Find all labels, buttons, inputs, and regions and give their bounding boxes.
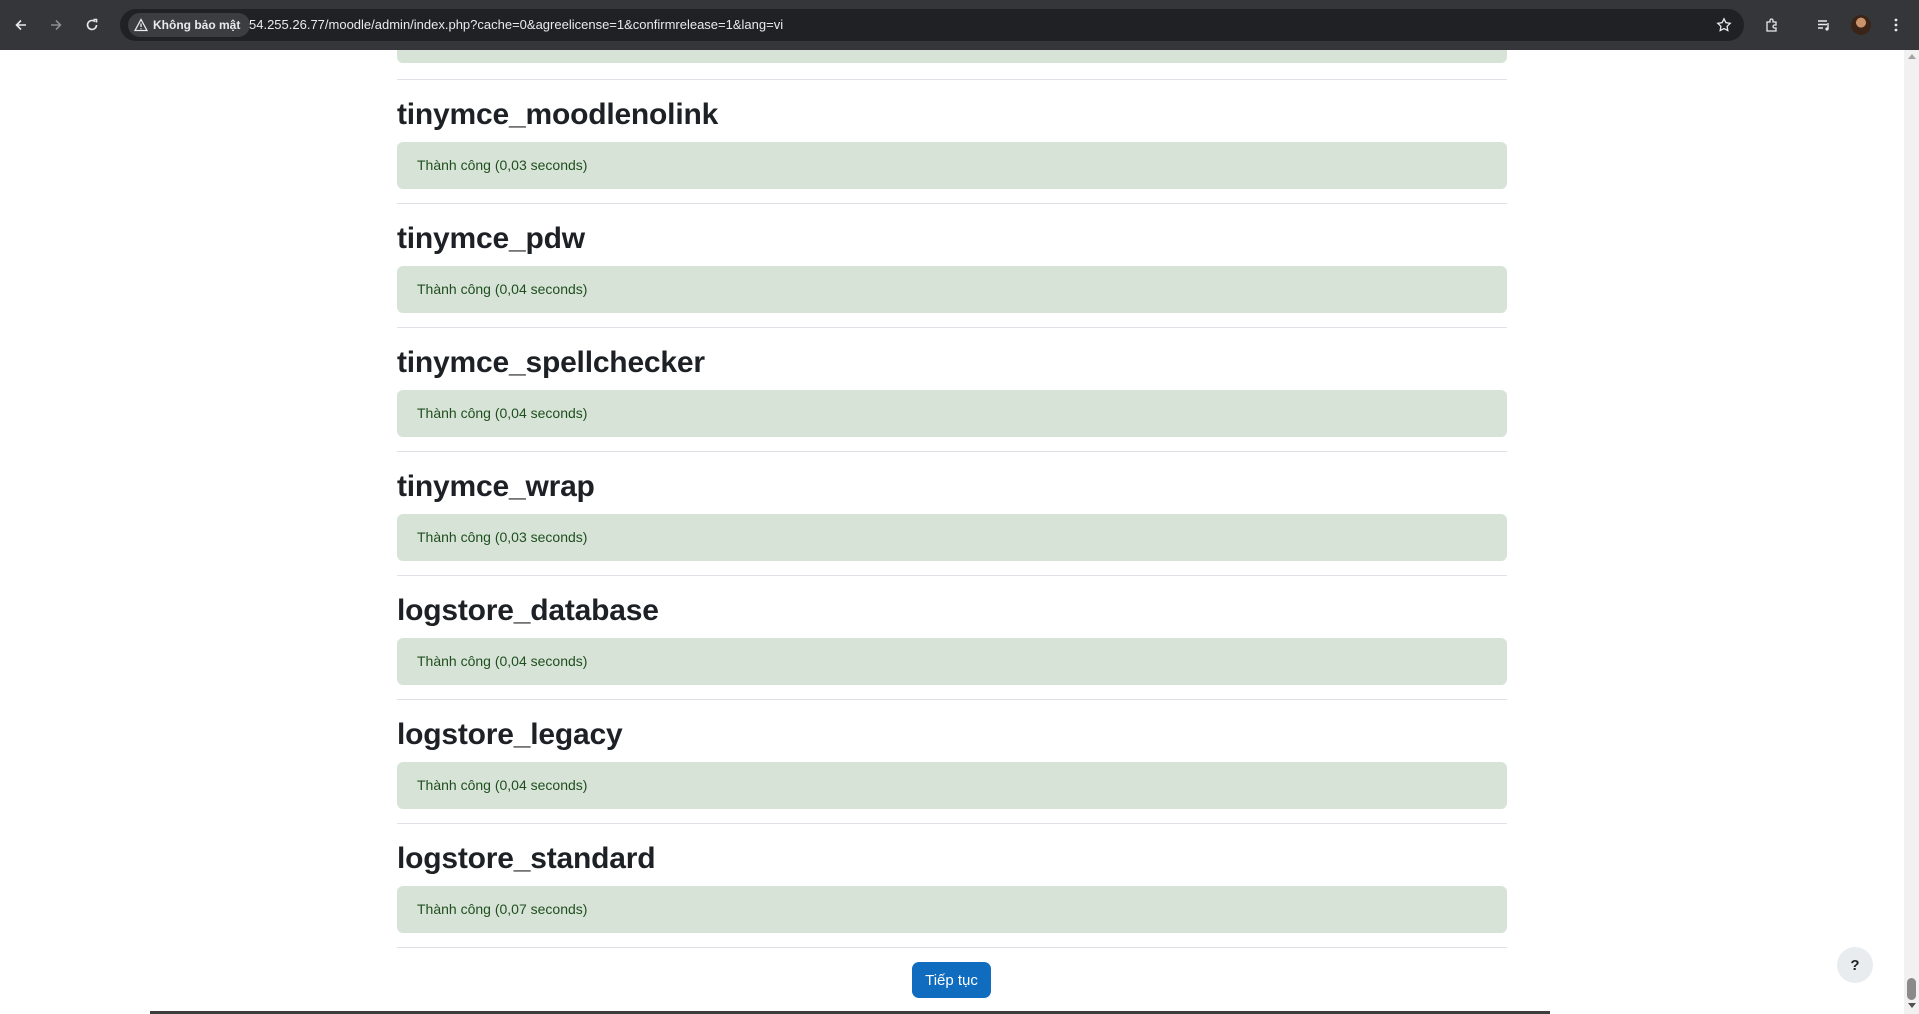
url-text[interactable]: 54.255.26.77/moodle/admin/index.php?cach… [249, 9, 783, 41]
bookmark-star-icon[interactable] [1716, 17, 1732, 33]
plugin-section: tinymce_moodlenolink Thành công (0,03 se… [397, 79, 1507, 203]
success-notification: Thành công (0,04 seconds) [397, 638, 1507, 685]
warning-icon [134, 18, 148, 32]
plugin-title: tinymce_spellchecker [397, 346, 705, 379]
plugin-title: tinymce_wrap [397, 470, 595, 503]
forward-icon[interactable] [44, 13, 68, 37]
media-queue-icon[interactable] [1814, 15, 1834, 35]
plugin-section: tinymce_wrap Thành công (0,03 seconds) [397, 451, 1507, 575]
address-bar[interactable]: Không bảo mật 54.255.26.77/moodle/admin/… [120, 9, 1744, 41]
help-button[interactable]: ? [1837, 947, 1873, 983]
extensions-icon[interactable] [1762, 15, 1782, 35]
continue-button[interactable]: Tiếp tục [912, 962, 991, 998]
plugin-title: logstore_database [397, 594, 659, 627]
plugin-section: tinymce_spellchecker Thành công (0,04 se… [397, 327, 1507, 451]
plugin-section: logstore_database Thành công (0,04 secon… [397, 575, 1507, 699]
more-menu-icon[interactable] [1886, 15, 1906, 35]
plugin-title: logstore_legacy [397, 718, 623, 751]
scrollbar-thumb[interactable] [1907, 978, 1916, 1000]
plugin-title: tinymce_moodlenolink [397, 98, 719, 131]
browser-toolbar: Không bảo mật 54.255.26.77/moodle/admin/… [0, 0, 1919, 50]
reload-icon[interactable] [80, 13, 104, 37]
plugin-section: logstore_legacy Thành công (0,04 seconds… [397, 699, 1507, 823]
success-notification: Thành công (0,07 seconds) [397, 886, 1507, 933]
success-notification: Thành công (0,04 seconds) [397, 266, 1507, 313]
security-indicator[interactable]: Không bảo mật [128, 13, 251, 37]
scroll-up-arrow-icon[interactable] [1908, 54, 1916, 59]
security-label: Không bảo mật [153, 18, 241, 32]
success-notification: Thành công (0,04 seconds) [397, 390, 1507, 437]
upgrade-results: tinymce_moodlenolink Thành công (0,03 se… [397, 50, 1507, 948]
success-notification: Thành công (0,03 seconds) [397, 514, 1507, 561]
page-scrollbar[interactable] [1904, 50, 1919, 1014]
profile-avatar[interactable] [1851, 15, 1871, 35]
success-notification: Thành công (0,03 seconds) [397, 142, 1507, 189]
scroll-down-arrow-icon[interactable] [1908, 1003, 1916, 1008]
plugin-section: tinymce_pdw Thành công (0,04 seconds) [397, 203, 1507, 327]
back-icon[interactable] [9, 13, 33, 37]
success-notification: Thành công (0,04 seconds) [397, 762, 1507, 809]
plugin-title: logstore_standard [397, 842, 656, 875]
divider [397, 947, 1507, 948]
plugin-section: logstore_standard Thành công (0,07 secon… [397, 823, 1507, 947]
plugin-title: tinymce_pdw [397, 222, 585, 255]
